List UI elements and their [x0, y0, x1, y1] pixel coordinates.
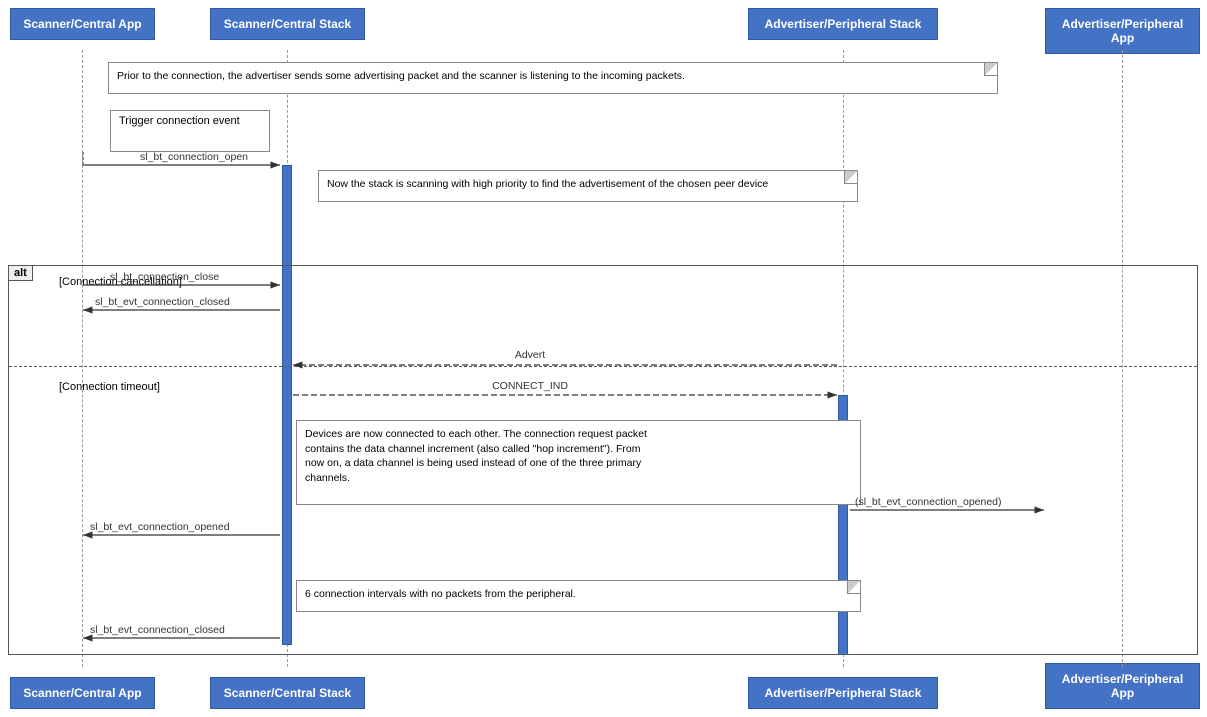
svg-text:sl_bt_connection_open: sl_bt_connection_open: [140, 151, 248, 163]
lane-header-scanner-stack: Scanner/Central Stack: [210, 8, 365, 40]
note-prior: Prior to the connection, the advertiser …: [108, 62, 998, 94]
note-scanning: Now the stack is scanning with high prio…: [318, 170, 858, 202]
lane-footer-scanner-stack: Scanner/Central Stack: [210, 677, 365, 709]
note-connected: Devices are now connected to each other.…: [296, 420, 861, 505]
note-intervals: 6 connection intervals with no packets f…: [296, 580, 861, 612]
lane-footer-advertiser-stack: Advertiser/Peripheral Stack: [748, 677, 938, 709]
lane-header-advertiser-stack: Advertiser/Peripheral Stack: [748, 8, 938, 40]
sequence-diagram: Scanner/Central App Scanner/Central Stac…: [0, 0, 1207, 717]
alt-divider: [9, 366, 1197, 367]
alt-guard-cancellation: [Connection cancellation]: [59, 276, 182, 288]
alt-guard-timeout: [Connection timeout]: [59, 381, 160, 393]
lane-header-advertiser-app: Advertiser/Peripheral App: [1045, 8, 1200, 54]
lane-header-scanner-app: Scanner/Central App: [10, 8, 155, 40]
trigger-box: Trigger connection event: [110, 110, 270, 152]
alt-label: alt: [9, 266, 33, 281]
lane-footer-scanner-app: Scanner/Central App: [10, 677, 155, 709]
lane-footer-advertiser-app: Advertiser/Peripheral App: [1045, 663, 1200, 709]
